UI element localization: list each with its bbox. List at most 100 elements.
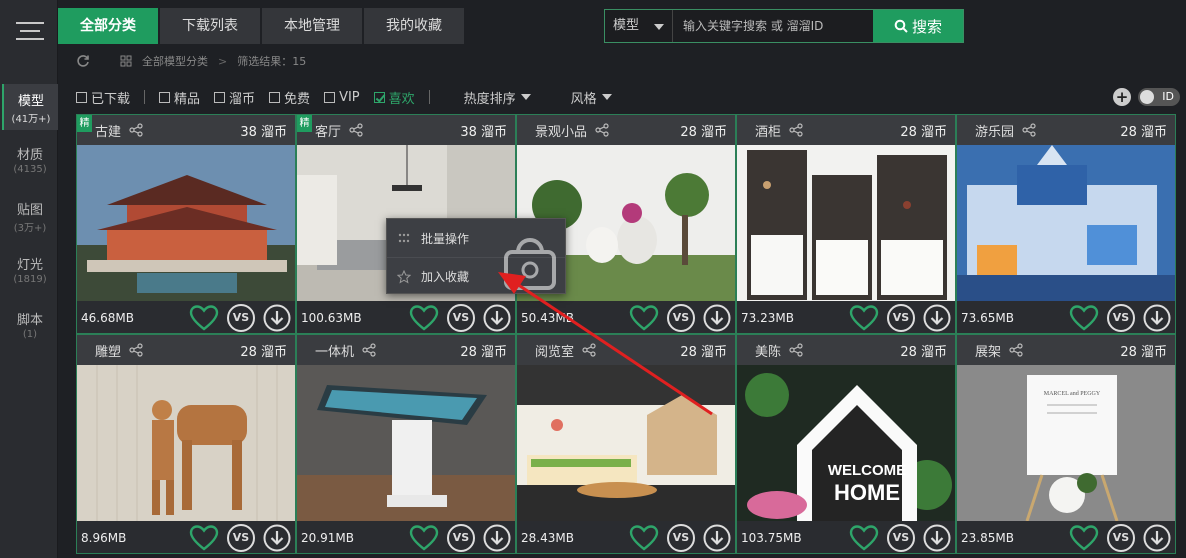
share-icon[interactable] <box>789 343 803 357</box>
download-icon[interactable] <box>483 524 511 552</box>
vs-button[interactable]: VS <box>227 304 255 332</box>
sidebar-item-script[interactable]: 脚本 (1) <box>2 303 58 349</box>
card-thumbnail[interactable] <box>77 145 295 301</box>
vs-button[interactable]: VS <box>447 524 475 552</box>
tab-download-list[interactable]: 下载列表 <box>160 8 260 44</box>
model-card[interactable]: 游乐园 28 溜币 73.65MB VS <box>956 114 1176 334</box>
id-toggle[interactable]: ID <box>1138 88 1180 106</box>
vs-button[interactable]: VS <box>667 524 695 552</box>
heart-icon[interactable] <box>409 525 439 551</box>
sort-dropdown[interactable]: 热度排序 <box>464 88 531 107</box>
heart-icon[interactable] <box>629 525 659 551</box>
model-card[interactable]: 雕塑 28 溜币 8.96MB VS <box>76 334 296 554</box>
tab-all-categories[interactable]: 全部分类 <box>58 8 158 44</box>
download-icon[interactable] <box>703 524 731 552</box>
vs-button[interactable]: VS <box>1107 524 1135 552</box>
search-button-label: 搜索 <box>911 17 942 36</box>
file-size: 46.68MB <box>81 311 134 325</box>
filter-liked[interactable]: 喜欢 <box>373 88 415 107</box>
filter-label: 精品 <box>174 91 201 107</box>
card-footer: 46.68MB VS <box>77 301 295 333</box>
vs-button[interactable]: VS <box>447 304 475 332</box>
search-bar: 模型 搜索 <box>604 9 964 43</box>
card-price: 28 溜币 <box>1120 344 1167 360</box>
thumb-welcome-text: WELCOME <box>828 462 906 479</box>
model-card[interactable]: 精 古建 38 溜币 46.68MB VS <box>76 114 296 334</box>
heart-icon[interactable] <box>849 525 879 551</box>
share-icon[interactable] <box>349 123 363 137</box>
sidebar-item-texture[interactable]: 贴图 (3万+) <box>2 193 58 239</box>
chevron-down-icon <box>601 94 612 100</box>
card-title: 雕塑 <box>95 344 122 360</box>
add-icon[interactable]: + <box>1113 88 1131 106</box>
sidebar-item-material[interactable]: 材质 (4135) <box>2 138 58 184</box>
sidebar-item-model[interactable]: 模型 (41万+) <box>2 84 58 130</box>
premium-badge: 精 <box>297 115 312 132</box>
refresh-icon[interactable] <box>76 54 90 68</box>
heart-icon[interactable] <box>849 305 879 331</box>
heart-icon[interactable] <box>409 305 439 331</box>
checkbox-icon <box>269 91 281 103</box>
sidebar-item-light[interactable]: 灯光 (1819) <box>2 248 58 294</box>
card-header: 展架 28 溜币 <box>957 335 1175 365</box>
filter-premium[interactable]: 精品 <box>159 88 200 107</box>
heart-icon[interactable] <box>189 525 219 551</box>
download-icon[interactable] <box>1143 304 1171 332</box>
checkbox-checked-icon <box>373 91 385 103</box>
search-type-dropdown[interactable]: 模型 <box>605 10 673 42</box>
share-icon[interactable] <box>362 343 376 357</box>
card-thumbnail[interactable] <box>77 365 295 521</box>
share-icon[interactable] <box>789 123 803 137</box>
share-icon[interactable] <box>129 343 143 357</box>
vs-button[interactable]: VS <box>227 524 255 552</box>
model-card[interactable]: 酒柜 28 溜币 73.23MB VS <box>736 114 956 334</box>
download-icon[interactable] <box>923 524 951 552</box>
share-icon[interactable] <box>595 123 609 137</box>
filter-bar: 已下载 精品 溜币 免费 VIP 喜欢 热度排序 风格 <box>76 86 652 108</box>
card-thumbnail[interactable] <box>297 365 515 521</box>
filter-free[interactable]: 免费 <box>269 88 310 107</box>
breadcrumb-root[interactable]: 全部模型分类 <box>142 53 208 69</box>
heart-icon[interactable] <box>1069 305 1099 331</box>
filter-coin[interactable]: 溜币 <box>214 88 255 107</box>
download-icon[interactable] <box>1143 524 1171 552</box>
filter-downloaded[interactable]: 已下载 <box>76 88 130 107</box>
card-thumbnail[interactable] <box>957 145 1175 301</box>
file-size: 23.85MB <box>961 531 1014 545</box>
search-button[interactable]: 搜索 <box>873 10 963 42</box>
vs-button[interactable]: VS <box>887 524 915 552</box>
card-thumbnail[interactable]: MARCEL and PEGGY <box>957 365 1175 522</box>
checkbox-icon <box>214 91 226 103</box>
premium-badge: 精 <box>77 115 92 132</box>
vs-button[interactable]: VS <box>1107 304 1135 332</box>
heart-icon[interactable] <box>1069 525 1099 551</box>
card-thumbnail[interactable]: WELCOME HOME <box>737 365 955 521</box>
card-header: 客厅 38 溜币 <box>297 115 515 145</box>
download-icon[interactable] <box>923 304 951 332</box>
download-icon[interactable] <box>263 524 291 552</box>
style-dropdown[interactable]: 风格 <box>571 88 612 107</box>
chevron-down-icon <box>654 24 664 30</box>
card-footer: 20.91MB VS <box>297 521 515 553</box>
share-icon[interactable] <box>1022 123 1036 137</box>
search-input[interactable] <box>673 10 873 42</box>
card-price: 28 溜币 <box>240 344 287 360</box>
share-icon[interactable] <box>1009 343 1023 357</box>
sort-label: 热度排序 <box>463 91 516 107</box>
filter-vip[interactable]: VIP <box>324 90 360 105</box>
model-card[interactable]: 一体机 28 溜币 20.91MB VS <box>296 334 516 554</box>
share-icon[interactable] <box>129 123 143 137</box>
tab-local-management[interactable]: 本地管理 <box>262 8 362 44</box>
model-card[interactable]: 美陈 28 溜币 WELCOME HOME 103.75MB VS <box>736 334 956 554</box>
card-thumbnail[interactable] <box>737 145 955 301</box>
card-price: 28 溜币 <box>900 124 947 140</box>
model-card[interactable]: 展架 28 溜币 MARCEL and PEGGY 23.85MB VS <box>956 334 1176 554</box>
download-icon[interactable] <box>263 304 291 332</box>
card-header: 美陈 28 溜币 <box>737 335 955 365</box>
heart-icon[interactable] <box>189 305 219 331</box>
menu-icon[interactable] <box>16 20 44 42</box>
tab-my-favorites[interactable]: 我的收藏 <box>364 8 464 44</box>
divider <box>144 90 146 104</box>
card-price: 28 溜币 <box>1120 124 1167 140</box>
vs-button[interactable]: VS <box>887 304 915 332</box>
